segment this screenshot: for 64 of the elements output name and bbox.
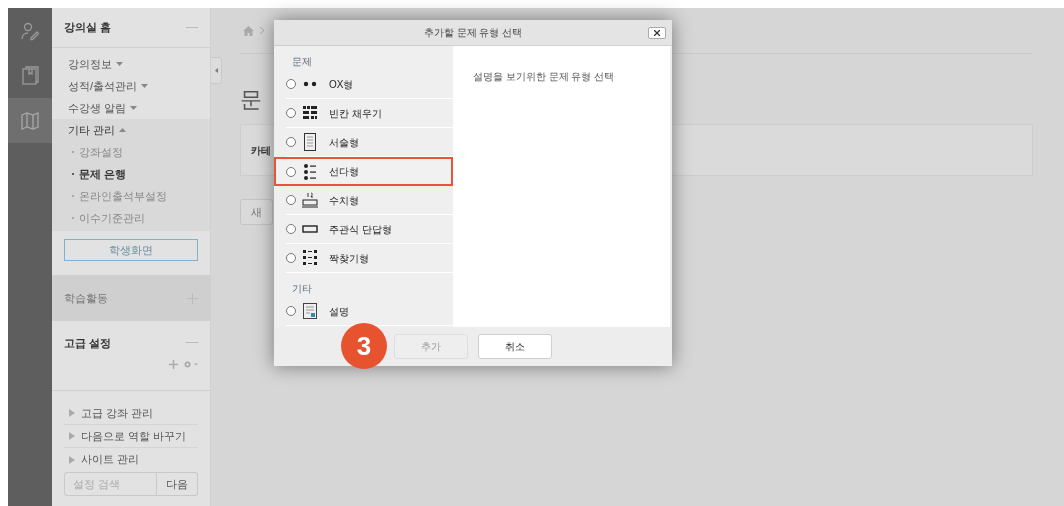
- caret-down-icon: [130, 106, 138, 110]
- radio-button[interactable]: [286, 108, 296, 118]
- move-icon[interactable]: [169, 359, 178, 369]
- block-title: 학습활동: [64, 290, 108, 306]
- option-label[interactable]: 설명: [329, 303, 349, 319]
- radio-button[interactable]: [286, 195, 296, 205]
- option-label[interactable]: 서술형: [329, 134, 359, 150]
- step-badge: 3: [341, 323, 387, 369]
- radio-button[interactable]: [286, 224, 296, 234]
- category-label: 카테: [251, 143, 271, 158]
- caret-left-icon: [214, 68, 218, 73]
- collapse-icon[interactable]: [186, 342, 198, 345]
- page-title: 문: [240, 86, 262, 114]
- radio-button[interactable]: [286, 306, 296, 316]
- dialog-title: 추가할 문제 유형 선택: [423, 26, 523, 40]
- nav-item[interactable]: 수강생 알림: [68, 99, 138, 117]
- close-icon: [654, 30, 660, 36]
- radio-button[interactable]: [286, 79, 296, 89]
- description-text: 설명을 보기위한 문제 유형 선택: [473, 71, 615, 82]
- tree-item[interactable]: 다음으로 역할 바꾸기: [81, 427, 187, 445]
- collapse-sidebar-tab[interactable]: [211, 57, 222, 84]
- text-field-icon: [302, 225, 318, 233]
- radio-button[interactable]: [286, 166, 296, 177]
- nav-item[interactable]: 강의정보: [68, 55, 123, 73]
- new-button[interactable]: 새: [240, 199, 273, 225]
- collapse-icon[interactable]: [186, 26, 198, 29]
- option-label[interactable]: 선다형: [329, 164, 359, 179]
- tree-item[interactable]: 사이트 관리: [81, 451, 140, 468]
- radio-button[interactable]: [286, 253, 296, 263]
- close-button[interactable]: [648, 27, 666, 39]
- note-icon: [303, 303, 317, 319]
- map-icon: [20, 111, 40, 130]
- option-label[interactable]: 빈칸 채우기: [329, 105, 382, 121]
- nav-subitem[interactable]: 문제 은행: [79, 165, 127, 183]
- grid-icon: [303, 106, 317, 120]
- book-icon: [21, 65, 39, 86]
- expand-arrow-icon[interactable]: [69, 432, 75, 440]
- sidebar-title[interactable]: 강의실 홈: [64, 19, 112, 36]
- number-field-icon: [302, 192, 318, 208]
- matching-icon: [303, 250, 317, 266]
- nav-item[interactable]: 성적/출석관리: [68, 77, 149, 95]
- home-icon[interactable]: [243, 25, 254, 36]
- block-title: 고급 설정: [64, 336, 112, 351]
- dots-icon: [302, 80, 318, 88]
- settings-icon[interactable]: [183, 359, 198, 369]
- tree-item[interactable]: 고급 강좌 관리: [81, 404, 154, 422]
- document-icon: [304, 133, 316, 151]
- radio-button[interactable]: [286, 137, 296, 147]
- caret-down-icon: [141, 84, 149, 88]
- search-button[interactable]: 다음: [157, 472, 198, 496]
- dialog-button[interactable]: 취소: [478, 334, 552, 359]
- section-label: 문제: [292, 54, 312, 69]
- option-label[interactable]: 짝찾기형: [329, 250, 369, 266]
- option-label[interactable]: 주관식 단답형: [329, 221, 392, 237]
- option-label[interactable]: 수치형: [329, 192, 359, 208]
- section-label: 기타: [292, 281, 312, 296]
- profile-icon: [20, 20, 40, 41]
- caret-down-icon: [116, 62, 123, 66]
- nav-item[interactable]: 기타 관리: [68, 121, 127, 139]
- option-label[interactable]: OX형: [329, 76, 354, 92]
- expand-arrow-icon[interactable]: [69, 409, 75, 417]
- expand-arrow-icon[interactable]: [69, 455, 75, 464]
- caret-up-icon: [119, 128, 127, 132]
- list-icon: [304, 163, 316, 180]
